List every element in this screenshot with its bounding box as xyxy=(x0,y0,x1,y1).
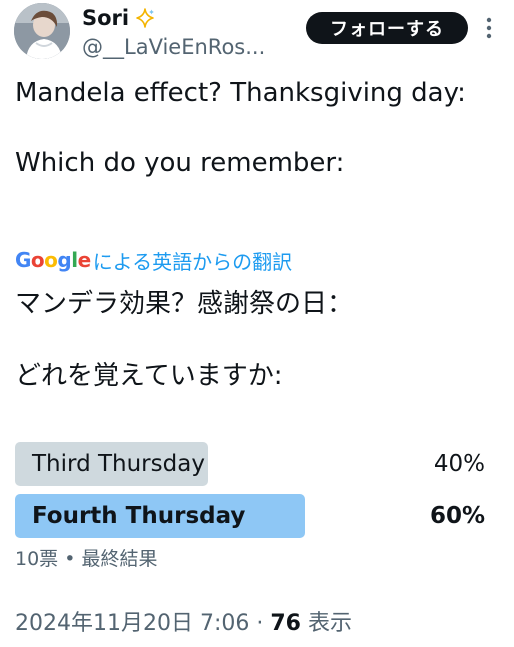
avatar[interactable] xyxy=(14,3,70,59)
author-name-row: Sori xyxy=(82,4,156,32)
tweet-text: Mandela effect? Thanksgiving day: Which … xyxy=(15,78,466,178)
tweet-footer: 2024年11月20日 7:06 · 76 表示 xyxy=(15,610,352,638)
views-count: 76 xyxy=(270,611,301,636)
poll-option-label: Third Thursday xyxy=(32,451,205,477)
google-logo: Google xyxy=(15,248,91,272)
more-vertical-icon[interactable] xyxy=(478,12,500,44)
poll-meta: 10票 • 最終結果 xyxy=(15,548,158,570)
poll: Third Thursday 40% Fourth Thursday 60% xyxy=(15,442,485,546)
views-label: 表示 xyxy=(300,611,352,636)
translation-attribution[interactable]: Google による英語からの翻訳 xyxy=(15,246,292,274)
poll-option-label: Fourth Thursday xyxy=(32,503,246,529)
poll-option-percent: 40% xyxy=(433,451,485,477)
follow-button[interactable]: フォローする xyxy=(306,12,468,44)
timestamp[interactable]: 2024年11月20日 7:06 xyxy=(15,611,249,636)
tweet: Sori @__LaVieEnRos... フォローする Mandela eff… xyxy=(0,0,514,647)
translated-text: マンデラ効果？感謝祭の日： どれを覚えていますか: xyxy=(15,289,354,391)
translation-label: による英語からの翻訳 xyxy=(92,249,293,274)
author-display-name[interactable]: Sori xyxy=(82,5,129,31)
avatar-image xyxy=(14,3,70,59)
author-handle[interactable]: @__LaVieEnRos... xyxy=(82,34,265,60)
poll-option-percent: 60% xyxy=(429,503,485,529)
sparkle-icon xyxy=(134,7,156,29)
poll-option: Third Thursday 40% xyxy=(15,442,485,486)
poll-option: Fourth Thursday 60% xyxy=(15,494,485,538)
footer-separator: · xyxy=(249,611,271,636)
